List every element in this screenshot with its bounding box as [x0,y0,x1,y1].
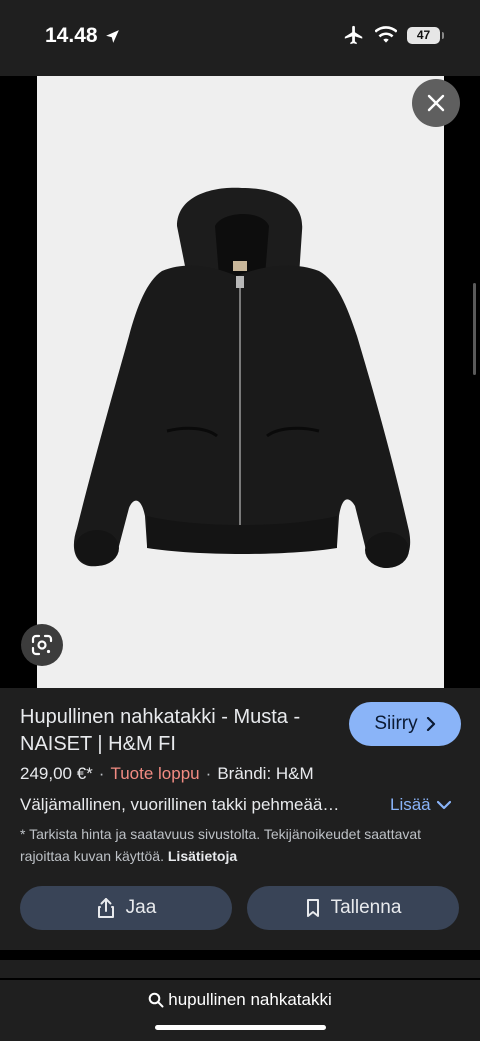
share-button-label: Jaa [125,897,157,918]
disclaimer: * Tarkista hinta ja saatavuus sivustolta… [20,823,460,867]
price: 249,00 €* [20,764,93,783]
chevron-right-icon [426,717,435,731]
more-info-link[interactable]: Lisätietoja [168,848,237,864]
status-icons: 47 [343,24,444,46]
save-button-label: Tallenna [330,897,402,918]
google-lens-button[interactable] [21,624,63,666]
visit-button-label: Siirry [374,713,418,734]
bookmark-icon [306,899,319,917]
separator-dot: · [205,764,212,783]
product-meta: 249,00 €* · Tuote loppu · Brändi: H&M [20,764,314,784]
image-viewer [0,76,480,688]
description: Väljämallinen, vuorillinen takki pehmeää… [20,795,340,814]
product-info-panel: Hupullinen nahkatakki - Musta - NAISET |… [0,688,480,950]
separator-dot: · [98,764,105,783]
airplane-mode-icon [344,25,363,45]
save-button[interactable]: Tallenna [247,886,459,930]
jacket-illustration [37,76,444,688]
share-button[interactable]: Jaa [20,886,232,930]
search-icon [148,992,164,1008]
scroll-indicator[interactable] [473,283,476,375]
google-lens-icon [31,634,53,656]
more-link-label: Lisää [390,795,431,814]
description-row: Väljämallinen, vuorillinen takki pehmeää… [20,795,460,819]
visit-button[interactable]: Siirry [349,702,461,746]
status-bar: 14.48 47 [0,0,480,76]
chevron-down-icon [436,800,451,810]
product-title[interactable]: Hupullinen nahkatakki - Musta - NAISET |… [20,704,338,758]
search-query-button[interactable]: hupullinen nahkatakki [0,990,480,1010]
home-indicator[interactable] [155,1025,326,1030]
share-icon [97,898,114,918]
battery-indicator: 47 [407,26,444,44]
close-icon [427,94,445,112]
product-image[interactable] [37,76,444,688]
wifi-icon [375,26,397,43]
close-button[interactable] [412,79,460,127]
battery-level: 47 [416,28,431,42]
status-time: 14.48 [45,24,121,48]
location-arrow-icon [105,29,119,43]
stock-status: Tuote loppu [110,764,200,783]
more-link[interactable]: Lisää [390,795,451,815]
clock: 14.48 [45,24,98,47]
brand: Brändi: H&M [217,764,314,783]
sheet-edge [0,960,480,978]
bottom-search-bar: hupullinen nahkatakki [0,980,480,1041]
search-query: hupullinen nahkatakki [168,990,332,1009]
